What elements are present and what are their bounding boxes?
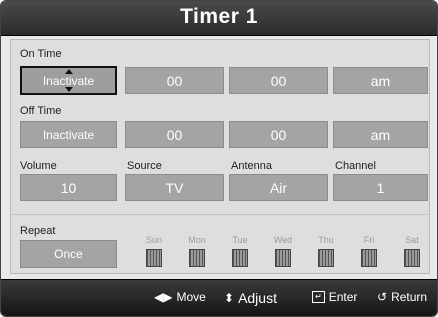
checkbox-icon — [232, 249, 248, 267]
button-guide-bar: ◀▶ Move ⬍ Adjust ↵ Enter ↺ Return — [1, 279, 437, 316]
off-time-minute-field[interactable]: 00 — [229, 121, 328, 148]
timer-screen: Timer 1 On Time Inactivate 00 00 am Off … — [0, 0, 438, 317]
day-label: Sat — [405, 235, 419, 245]
arrow-up-icon — [64, 69, 73, 74]
day-toggle-tue[interactable]: Tue — [228, 235, 252, 267]
antenna-field[interactable]: Air — [229, 174, 328, 201]
return-icon: ↺ — [377, 290, 388, 304]
off-time-hour-field[interactable]: 00 — [125, 121, 224, 148]
day-toggle-sun[interactable]: Sun — [142, 235, 166, 267]
antenna-label: Antenna — [231, 160, 272, 172]
on-time-ampm-field[interactable]: am — [333, 67, 428, 94]
title-bar: Timer 1 — [1, 1, 437, 36]
volume-label: Volume — [20, 160, 57, 172]
on-time-label: On Time — [20, 48, 62, 60]
on-time-activation-select[interactable]: Inactivate — [20, 66, 117, 95]
day-label: Sun — [145, 235, 162, 245]
volume-field[interactable]: 10 — [20, 174, 117, 201]
day-label: Thu — [318, 235, 334, 245]
checkbox-icon — [404, 249, 420, 267]
checkbox-icon — [189, 249, 205, 267]
up-down-arrows-icon: ⬍ — [224, 291, 235, 305]
day-toggle-fri[interactable]: Fri — [357, 235, 381, 267]
repeat-select[interactable]: Once — [20, 240, 117, 268]
day-toggle-mon[interactable]: Mon — [185, 235, 209, 267]
day-label: Fri — [363, 235, 375, 245]
checkbox-icon — [146, 249, 162, 267]
day-toggle-wed[interactable]: Wed — [271, 235, 295, 267]
source-field[interactable]: TV — [125, 174, 224, 201]
repeat-label: Repeat — [20, 225, 56, 237]
day-toggle-thu[interactable]: Thu — [314, 235, 338, 267]
move-hint: ◀▶ Move — [154, 290, 206, 304]
enter-label: Enter — [328, 290, 358, 304]
off-time-activation-select[interactable]: Inactivate — [20, 121, 117, 148]
channel-label: Channel — [335, 160, 376, 172]
enter-icon: ↵ — [312, 291, 325, 303]
on-time-activation-value: Inactivate — [42, 73, 95, 88]
on-time-minute-field[interactable]: 00 — [229, 67, 328, 94]
adjust-hint: ⬍ Adjust — [224, 290, 277, 306]
arrow-down-icon — [64, 87, 73, 92]
section-divider — [10, 214, 428, 215]
checkbox-icon — [318, 249, 334, 267]
day-label: Mon — [188, 235, 206, 245]
channel-field[interactable]: 1 — [333, 174, 428, 201]
checkbox-icon — [275, 249, 291, 267]
move-label: Move — [176, 290, 206, 304]
day-label: Wed — [273, 235, 293, 245]
checkbox-icon — [361, 249, 377, 267]
return-hint: ↺ Return — [377, 290, 427, 304]
day-label: Tue — [232, 235, 248, 245]
on-time-hour-field[interactable]: 00 — [125, 67, 224, 94]
adjust-label: Adjust — [238, 290, 277, 306]
off-time-ampm-field[interactable]: am — [333, 121, 428, 148]
return-label: Return — [391, 290, 428, 304]
source-label: Source — [127, 160, 162, 172]
left-right-arrows-icon: ◀▶ — [154, 290, 173, 304]
page-title: Timer 1 — [180, 5, 258, 28]
day-toggle-sat[interactable]: Sat — [400, 235, 424, 267]
enter-hint: ↵ Enter — [312, 290, 357, 304]
off-time-label: Off Time — [20, 105, 62, 117]
